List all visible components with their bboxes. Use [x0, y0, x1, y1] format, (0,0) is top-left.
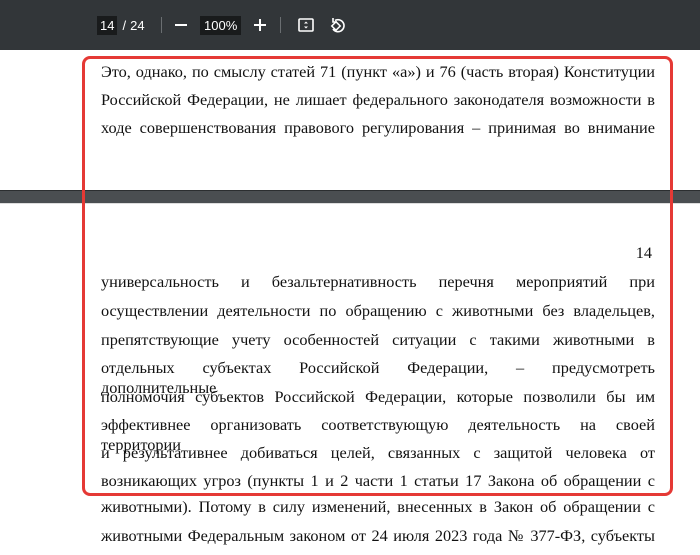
text-line: животными). Потому в силу изменений, вне…	[101, 497, 655, 516]
text-line: возникающих угроз (пункты 1 и 2 части 1 …	[101, 471, 655, 490]
plus-icon	[254, 19, 266, 31]
total-pages: 24	[130, 17, 145, 33]
fit-page-icon	[298, 18, 314, 32]
rotate-button[interactable]	[329, 0, 347, 50]
text-line: универсальность и безальтернативность пе…	[101, 272, 655, 291]
text-line: препятствующие учету особенностей ситуац…	[101, 330, 655, 349]
zoom-level[interactable]: 100%	[200, 0, 242, 50]
text-line: ходе совершенствования правового регулир…	[101, 118, 655, 137]
text-line: полномочия субъектов Российской Федераци…	[101, 387, 655, 406]
pdf-toolbar: 14 / 24 100%	[0, 0, 700, 50]
page-number: 14	[635, 243, 652, 262]
fit-page-button[interactable]	[297, 0, 315, 50]
text-line: Это, однако, по смыслу статей 71 (пункт …	[101, 62, 655, 81]
page-indicator: 14 / 24	[97, 0, 145, 50]
rotate-icon	[330, 18, 345, 33]
page-number-input[interactable]: 14	[97, 15, 118, 35]
text-line: животными Федеральным законом от 24 июля…	[101, 526, 655, 545]
zoom-level-value[interactable]: 100%	[200, 15, 242, 35]
text-line: Российской Федерации, не лишает федераль…	[101, 90, 655, 109]
zoom-out-button[interactable]	[173, 0, 189, 50]
page-gap	[0, 190, 700, 204]
text-line: осуществлении деятельности по обращению …	[101, 301, 655, 320]
divider	[161, 17, 162, 33]
page-separator: /	[122, 17, 127, 33]
zoom-in-button[interactable]	[252, 0, 268, 50]
text-line: и результативнее добиваться целей, связа…	[101, 443, 655, 462]
divider	[280, 17, 281, 33]
minus-icon	[175, 24, 187, 26]
